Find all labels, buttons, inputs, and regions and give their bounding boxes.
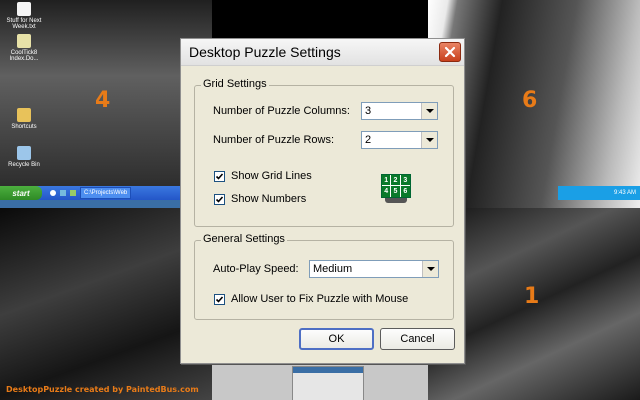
dialog-title: Desktop Puzzle Settings [189,44,341,60]
tile-number: 6 [522,88,538,113]
desktop-icon-doc: CoolTick8 Index.Do... [2,34,46,62]
quick-launch-icon [70,190,76,196]
grid-settings-title: Grid Settings [201,78,269,90]
columns-label: Number of Puzzle Columns: [213,105,350,117]
columns-value: 3 [365,105,372,117]
checkmark-icon [215,172,224,180]
preview-cell: 4 [382,186,392,197]
show-grid-lines-label: Show Grid Lines [231,170,312,182]
grid-settings-group: Grid Settings Number of Puzzle Columns: … [194,78,454,227]
start-button[interactable]: start [0,186,42,200]
rows-label: Number of Puzzle Rows: [213,134,335,146]
tile-number: 4 [95,88,111,113]
dropdown-button[interactable] [421,132,437,148]
dialog-titlebar[interactable]: Desktop Puzzle Settings [181,39,464,66]
checkbox-checked[interactable] [214,193,225,205]
show-numbers-label: Show Numbers [231,193,307,205]
general-settings-title: General Settings [201,233,287,245]
show-grid-lines-checkbox[interactable]: Show Grid Lines [214,170,312,182]
show-numbers-checkbox[interactable]: Show Numbers [214,193,306,205]
general-settings-group: General Settings Auto-Play Speed: Medium… [194,233,454,320]
preview-stand [385,198,407,203]
ok-button[interactable]: OK [299,328,374,350]
checkbox-checked[interactable] [214,293,225,305]
tile-number: 1 [524,284,540,309]
dropdown-button[interactable] [421,103,437,119]
close-icon [444,46,456,58]
preview-cell: 6 [403,188,408,195]
taskbar-tray: 9:43 AM [558,186,640,200]
desktop-icon-note: Stuff for Next Week.txt [2,2,46,30]
document-icon [17,34,31,48]
desktop-icon-recycle: Recycle Bin [2,146,46,168]
chevron-down-icon [425,138,434,142]
cancel-button[interactable]: Cancel [380,328,455,350]
tile-desktop-bottom-center [212,360,428,400]
speed-select[interactable]: Medium [309,260,439,278]
dropdown-button[interactable] [422,261,438,277]
grid-preview-icon: 1 2 3 4 5 6 [381,174,411,204]
quick-launch-icon [50,190,56,196]
chevron-down-icon [425,109,434,113]
close-button[interactable] [439,42,461,62]
credits-text: DesktopPuzzle created by PaintedBus.com [6,385,199,394]
preview-grid: 1 2 3 4 5 6 [381,174,411,198]
fix-with-mouse-checkbox[interactable]: Allow User to Fix Puzzle with Mouse [214,293,408,305]
preview-cell: 5 [391,186,401,197]
speed-label: Auto-Play Speed: [213,263,299,275]
checkmark-icon [215,195,224,203]
preview-cell: 1 [382,175,392,186]
checkmark-icon [215,295,224,303]
chevron-down-icon [426,267,435,271]
columns-select[interactable]: 3 [361,102,438,120]
rows-select[interactable]: 2 [361,131,438,149]
preview-cell: 2 [391,175,401,186]
checkbox-checked[interactable] [214,170,225,182]
thumbnail-window [292,366,364,400]
text-file-icon [17,2,31,16]
preview-cell: 3 [400,175,410,186]
folder-icon [17,108,31,122]
fix-with-mouse-label: Allow User to Fix Puzzle with Mouse [231,293,409,305]
rows-value: 2 [365,134,372,146]
quick-launch-icon [60,190,66,196]
system-tray: 9:43 AM [558,186,640,200]
settings-dialog: Desktop Puzzle Settings Grid Settings Nu… [180,38,465,364]
speed-value: Medium [313,263,353,275]
recycle-bin-icon [17,146,31,160]
desktop-icon-shortcuts: Shortcuts [2,108,46,130]
thumbnail-titlebar [293,367,363,373]
taskbar-button[interactable]: C:\Projects\Web [80,187,132,199]
